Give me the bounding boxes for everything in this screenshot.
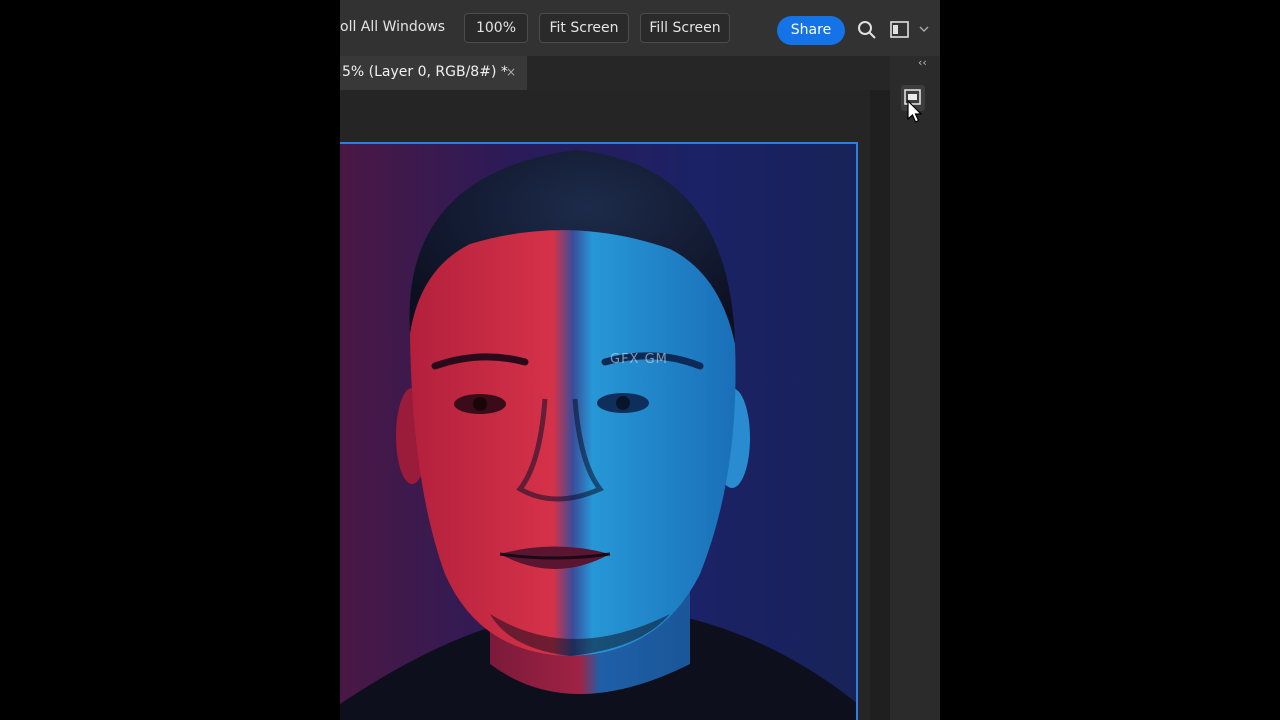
document-tab-bar: 5% (Layer 0, RGB/8#) * × (340, 56, 890, 90)
watermark-text: GFX GM (610, 352, 668, 367)
scroll-all-windows-label[interactable]: oll All Windows (340, 19, 445, 35)
chevron-down-icon[interactable] (919, 25, 929, 33)
search-icon[interactable] (857, 20, 877, 40)
pointer-cursor-icon (907, 100, 923, 123)
canvas-area[interactable]: GFX GM (340, 90, 870, 720)
document-tab[interactable]: 5% (Layer 0, RGB/8#) * × (340, 56, 527, 90)
portrait-image (340, 144, 856, 720)
right-panel-dock: ‹‹ (890, 56, 940, 720)
options-bar: oll All Windows 100% Fit Screen Fill Scr… (340, 0, 940, 56)
collapse-panels-icon[interactable]: ‹‹ (918, 56, 927, 69)
document-canvas[interactable]: GFX GM (340, 142, 858, 720)
workspace-icon[interactable] (890, 21, 910, 39)
fill-screen-button[interactable]: Fill Screen (640, 13, 730, 43)
document-tab-title: 5% (Layer 0, RGB/8#) * (342, 64, 508, 80)
close-icon[interactable]: × (506, 65, 516, 79)
photoshop-window: oll All Windows 100% Fit Screen Fill Scr… (340, 0, 940, 720)
share-button[interactable]: Share (777, 16, 845, 45)
zoom-100-button[interactable]: 100% (464, 13, 528, 43)
canvas-scroll-gutter[interactable] (870, 90, 890, 720)
fit-screen-button[interactable]: Fit Screen (539, 13, 629, 43)
